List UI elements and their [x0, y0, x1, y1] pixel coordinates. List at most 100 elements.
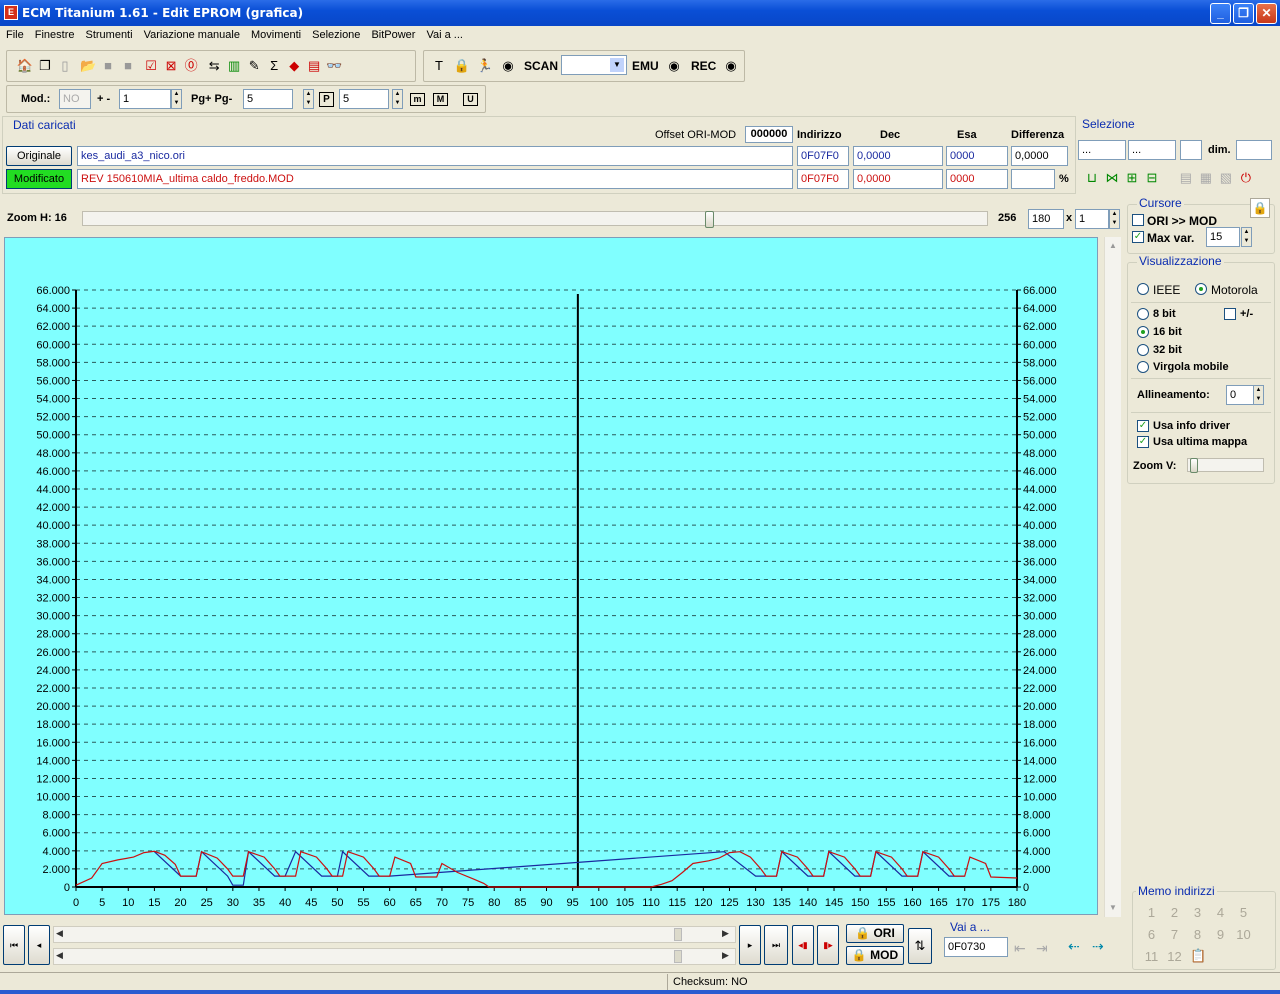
m-small-icon[interactable]: m — [410, 93, 425, 106]
text-icon[interactable]: T — [429, 56, 449, 76]
virgola-mobile-radio[interactable] — [1137, 361, 1149, 373]
mod-diff-field[interactable] — [1011, 169, 1055, 189]
max-var-checkbox[interactable]: ✓ — [1132, 231, 1144, 243]
menu-selezione[interactable]: Selezione — [306, 27, 365, 41]
minimize-button[interactable]: _ — [1210, 3, 1231, 24]
menu-file[interactable]: File — [0, 27, 29, 41]
next-diff-icon[interactable]: ▮▸ — [817, 925, 839, 965]
m-large-icon[interactable]: M — [433, 93, 448, 106]
memo-item[interactable]: 10 — [1232, 927, 1255, 942]
usa-info-driver-checkbox[interactable]: ✓ — [1137, 420, 1149, 432]
indent-right-icon[interactable]: ⇥ — [1036, 940, 1048, 957]
prev-icon[interactable]: ◂ — [28, 925, 50, 965]
originale-button[interactable]: Originale — [6, 146, 72, 166]
selezione-extra-field[interactable] — [1180, 140, 1202, 160]
goto-mod-left-icon[interactable]: ⇠ — [1068, 938, 1080, 955]
p-input[interactable]: 5 — [339, 89, 389, 109]
selezione-to-field[interactable]: ... — [1128, 140, 1176, 160]
memo-item[interactable]: 8 — [1186, 927, 1209, 942]
graph-scrollbar[interactable]: ▲ ▼ — [1104, 237, 1121, 917]
zoom-v-slider[interactable] — [1187, 458, 1264, 473]
select-start-icon[interactable]: ⊔ — [1082, 168, 1102, 188]
zoom-v-slider-thumb[interactable] — [1190, 458, 1198, 473]
memo-item[interactable]: 5 — [1232, 905, 1255, 920]
sum-icon[interactable]: Σ — [264, 56, 284, 76]
ieee-radio[interactable] — [1137, 283, 1149, 295]
ori-file-field[interactable]: kes_audi_a3_nico.ori — [77, 146, 793, 166]
memo-item[interactable]: 1 — [1140, 905, 1163, 920]
close-button[interactable]: ✕ — [1256, 3, 1277, 24]
32bit-radio[interactable] — [1137, 344, 1149, 356]
usa-ultima-mappa-checkbox[interactable]: ✓ — [1137, 436, 1149, 448]
menu-variazione-manuale[interactable]: Variazione manuale — [138, 27, 245, 41]
dim-field[interactable] — [1236, 140, 1272, 160]
calc-icon[interactable]: ▥ — [224, 56, 244, 76]
mod-indirizzo-field[interactable]: 0F07F0 — [797, 169, 849, 189]
mod-scroll-thumb[interactable] — [674, 950, 682, 963]
menu-finestre[interactable]: Finestre — [29, 27, 80, 41]
windows-icon[interactable]: ❐ — [35, 56, 55, 76]
last-icon[interactable]: ⏭ — [764, 925, 788, 965]
ori-esa-field[interactable]: 0000 — [946, 146, 1008, 166]
ori-scrollbar[interactable]: ◀ ▶ — [53, 926, 736, 943]
u-icon[interactable]: U — [463, 93, 478, 106]
graph-panel[interactable]: 0 0 2.000 2.000 4.000 4.000 6.000 6.000 8.000 8.0… — [4, 237, 1098, 915]
move-sel-icon[interactable]: ▧ — [1216, 168, 1236, 188]
vai-a-field[interactable]: 0F0730 — [944, 937, 1008, 957]
8bit-radio[interactable] — [1137, 308, 1149, 320]
zoom-h-slider[interactable] — [82, 211, 988, 228]
runner-icon[interactable]: 🏃 — [475, 56, 495, 76]
select-range-icon[interactable]: ⊞ — [1122, 168, 1142, 188]
scroll-right-icon[interactable]: ▶ — [722, 950, 729, 961]
mod-esa-field[interactable]: 0000 — [946, 169, 1008, 189]
save-icon[interactable]: ■ — [98, 56, 118, 76]
zoom-mult-stepper[interactable]: ▲ ▼ — [1109, 209, 1120, 229]
zoom-h-slider-thumb[interactable] — [705, 211, 714, 228]
modificato-button[interactable]: Modificato — [6, 169, 72, 189]
16bit-radio[interactable] — [1137, 326, 1149, 338]
ori-scroll-thumb[interactable] — [674, 928, 682, 941]
memo-item[interactable]: 2 — [1163, 905, 1186, 920]
scroll-right-icon[interactable]: ▶ — [722, 928, 729, 939]
prev-diff-icon[interactable]: ◂▮ — [792, 925, 814, 965]
paste-sel-icon[interactable]: ▦ — [1196, 168, 1216, 188]
plusminus-checkbox[interactable] — [1224, 308, 1236, 320]
open-folder-icon[interactable]: 📂 — [78, 56, 98, 76]
scroll-down-icon[interactable]: ▼ — [1106, 901, 1120, 915]
emu-icon[interactable]: ◉ — [664, 56, 684, 76]
mod-dec-field[interactable]: 0,0000 — [853, 169, 943, 189]
p-stepper[interactable]: ▲ ▼ — [392, 89, 403, 109]
selezione-from-field[interactable]: ... — [1078, 140, 1126, 160]
max-var-stepper[interactable]: ▲ ▼ — [1241, 227, 1252, 247]
zoom-value-field[interactable]: 180 — [1028, 209, 1064, 229]
pg-stepper[interactable]: ▲ ▼ — [303, 89, 314, 109]
ori-dec-field[interactable]: 0,0000 — [853, 146, 943, 166]
pg-input[interactable]: 5 — [243, 89, 293, 109]
menu-strumenti[interactable]: Strumenti — [79, 27, 137, 41]
goto-mod-right-icon[interactable]: ⇢ — [1092, 938, 1104, 955]
mod-file-field[interactable]: REV 150610MIA_ultima caldo_freddo.MOD — [77, 169, 793, 189]
power-icon[interactable]: ⏻ — [1236, 168, 1256, 188]
p-button-icon[interactable]: P — [319, 92, 334, 107]
memo-item[interactable]: 7 — [1163, 927, 1186, 942]
plusminus-stepper[interactable]: ▲ ▼ — [171, 89, 182, 109]
menu-vai-a[interactable]: Vai a ... — [420, 27, 467, 41]
scan-select[interactable]: ▼ — [561, 55, 627, 75]
delete-icon[interactable]: ⊠ — [161, 56, 181, 76]
ori-indirizzo-field[interactable]: 0F07F0 — [797, 146, 849, 166]
menu-bitpower[interactable]: BitPower — [365, 27, 420, 41]
scroll-left-icon[interactable]: ◀ — [56, 950, 63, 961]
memo-save-icon[interactable]: 📋 — [1190, 948, 1206, 964]
swap-flag-icon[interactable]: ⇅ — [908, 928, 932, 964]
shapes-icon[interactable]: ◆ — [284, 56, 304, 76]
motorola-radio[interactable] — [1195, 283, 1207, 295]
copy-sel-icon[interactable]: ▤ — [1176, 168, 1196, 188]
memo-item[interactable]: 9 — [1209, 927, 1232, 942]
select-mid-icon[interactable]: ⋈ — [1102, 168, 1122, 188]
home-icon[interactable]: 🏠 — [15, 56, 35, 76]
memo-item[interactable]: 6 — [1140, 927, 1163, 942]
plusminus-input[interactable]: 1 — [119, 89, 171, 109]
cursor-lock-icon[interactable]: 🔒 — [1250, 198, 1270, 218]
ori-button[interactable]: 🔒 ORI — [846, 924, 904, 943]
check-icon[interactable]: ☑ — [141, 56, 161, 76]
